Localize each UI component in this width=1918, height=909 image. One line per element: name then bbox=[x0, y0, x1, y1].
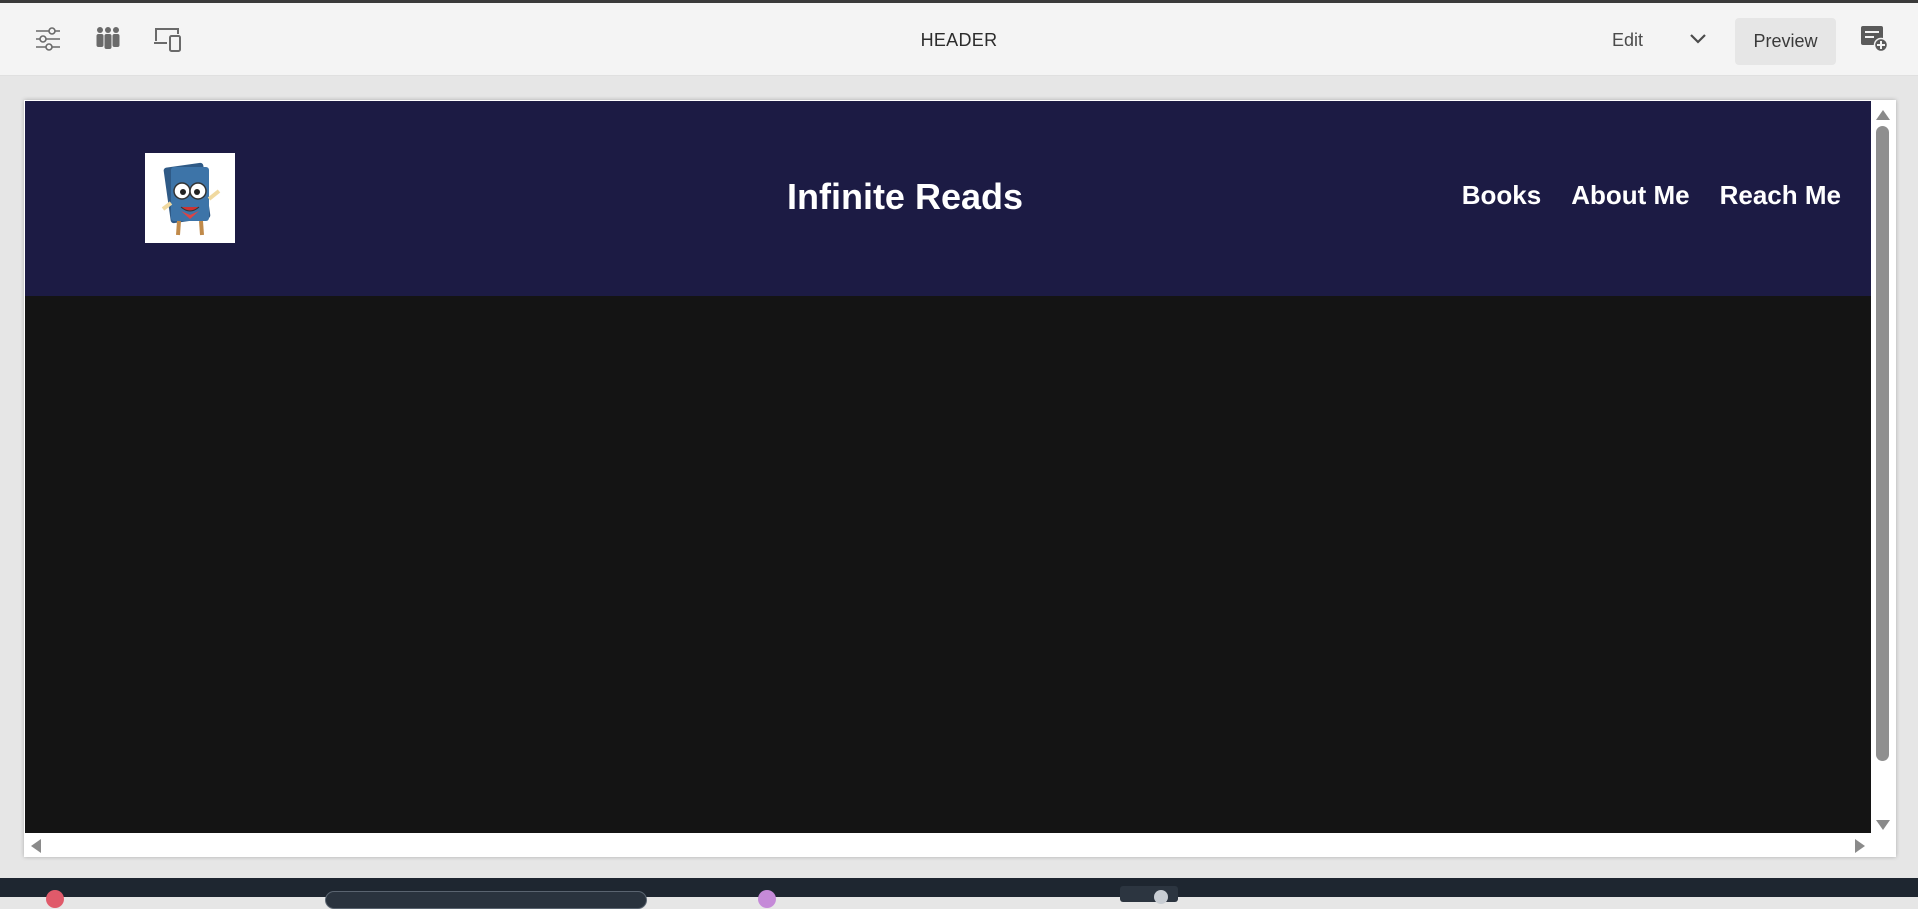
horizontal-scrollbar[interactable] bbox=[25, 833, 1895, 855]
editor-toolbar: HEADER Edit Preview bbox=[0, 3, 1918, 76]
chevron-down-icon[interactable] bbox=[1686, 27, 1710, 51]
taskbar-active-app[interactable] bbox=[1120, 886, 1178, 904]
vertical-scroll-thumb[interactable] bbox=[1876, 126, 1889, 761]
scroll-left-icon[interactable] bbox=[31, 839, 41, 858]
os-taskbar bbox=[0, 878, 1918, 909]
preview-button[interactable]: Preview bbox=[1735, 18, 1836, 65]
taskbar-app-icon[interactable] bbox=[46, 890, 64, 908]
nav-link-books[interactable]: Books bbox=[1462, 180, 1541, 211]
site-header: Infinite Reads Books About Me Reach Me bbox=[25, 101, 1871, 296]
taskbar-search-box[interactable] bbox=[325, 891, 647, 909]
taskbar-app-icon bbox=[1154, 890, 1168, 904]
mode-selector-label[interactable]: Edit bbox=[1612, 30, 1643, 51]
nav-link-about-me[interactable]: About Me bbox=[1571, 180, 1689, 211]
taskbar-app-icon[interactable] bbox=[758, 890, 776, 908]
site-content-area bbox=[25, 296, 1871, 833]
vertical-scrollbar[interactable] bbox=[1871, 101, 1895, 833]
scroll-up-icon[interactable] bbox=[1876, 107, 1890, 125]
site-nav: Books About Me Reach Me bbox=[1462, 180, 1841, 211]
scroll-right-icon[interactable] bbox=[1855, 839, 1865, 858]
add-panel-icon[interactable] bbox=[1858, 23, 1890, 55]
nav-link-reach-me[interactable]: Reach Me bbox=[1720, 180, 1841, 211]
